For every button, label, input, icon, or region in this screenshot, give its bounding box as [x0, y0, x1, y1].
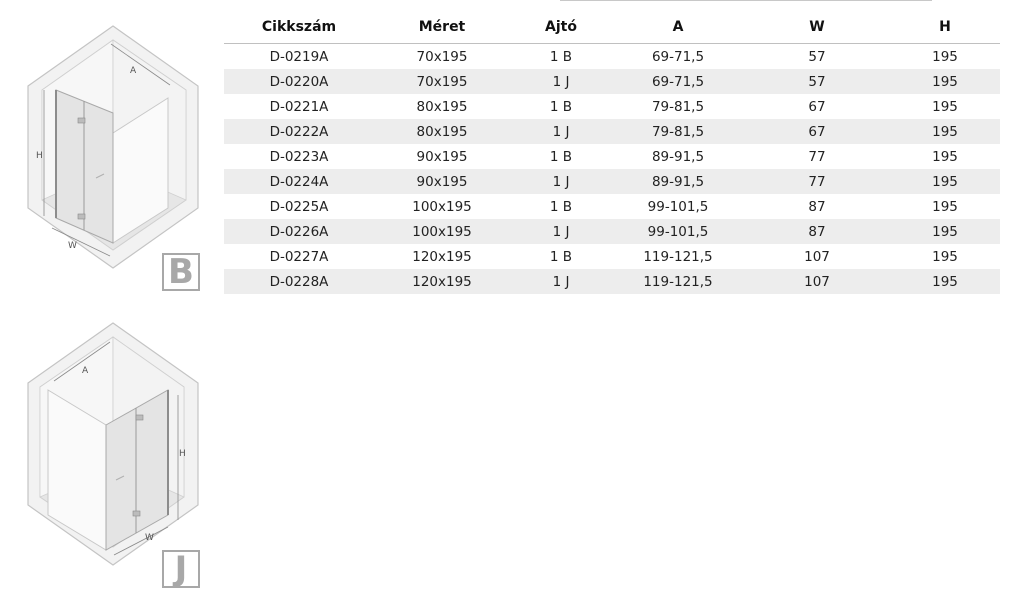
header-top-rule	[560, 0, 932, 1]
cell-a: 69-71,5	[651, 48, 705, 65]
cell-meret: 70x195	[416, 48, 468, 65]
table-row: D-0226A 100x195 1 J 99-101,5 87 195	[224, 219, 1000, 244]
cell-a: 69-71,5	[612, 69, 744, 94]
cell-cikkszam: D-0220A	[224, 69, 374, 94]
dimension-w-label: W	[68, 241, 77, 251]
cell-a: 79-81,5	[651, 98, 705, 115]
cell-w: 57	[808, 48, 826, 65]
cell-meret: 100x195	[412, 198, 472, 215]
cell-a: 99-101,5	[612, 219, 744, 244]
cell-w: 77	[808, 148, 826, 165]
cell-meret: 70x195	[374, 69, 510, 94]
cell-a: 79-81,5	[612, 119, 744, 144]
cell-ajto: 1 B	[549, 98, 573, 115]
cell-w: 57	[744, 69, 890, 94]
table-row: D-0221A 80x195 1 B 79-81,5 67 195	[224, 94, 1000, 119]
cell-ajto: 1 B	[549, 48, 573, 65]
cell-w: 107	[804, 248, 830, 265]
door-type-badge-b: B	[162, 253, 200, 291]
cell-cikkszam: D-0222A	[224, 119, 374, 144]
cell-h: 195	[890, 69, 1000, 94]
cell-h: 195	[890, 219, 1000, 244]
cell-cikkszam: D-0223A	[269, 148, 329, 165]
table-row: D-0222A 80x195 1 J 79-81,5 67 195	[224, 119, 1000, 144]
column-header-h: H	[890, 10, 1000, 44]
table-row: D-0228A 120x195 1 J 119-121,5 107 195	[224, 269, 1000, 294]
cell-w: 107	[744, 269, 890, 294]
cell-w: 87	[808, 198, 826, 215]
cell-meret: 90x195	[416, 148, 468, 165]
dimension-a-label: A	[130, 66, 137, 76]
cell-a: 89-91,5	[612, 169, 744, 194]
cell-ajto: 1 B	[549, 198, 573, 215]
cell-ajto: 1 B	[549, 248, 573, 265]
cell-a: 119-121,5	[643, 248, 713, 265]
column-header-ajto: Ajtó	[510, 10, 612, 44]
cell-h: 195	[932, 98, 958, 115]
cell-a: 89-91,5	[651, 148, 705, 165]
cell-h: 195	[932, 148, 958, 165]
cell-ajto: 1 J	[510, 269, 612, 294]
cell-cikkszam: D-0227A	[269, 248, 329, 265]
cell-cikkszam: D-0221A	[269, 98, 329, 115]
table-row: D-0225A 100x195 1 B 99-101,5 87 195	[224, 194, 1000, 219]
cell-w: 87	[744, 219, 890, 244]
cell-meret: 100x195	[374, 219, 510, 244]
column-header-w: W	[744, 10, 890, 44]
cell-cikkszam: D-0219A	[269, 48, 329, 65]
cell-meret: 120x195	[412, 248, 472, 265]
cell-cikkszam: D-0226A	[224, 219, 374, 244]
table-row: D-0220A 70x195 1 J 69-71,5 57 195	[224, 69, 1000, 94]
table-row: D-0227A 120x195 1 B 119-121,5 107 195	[224, 244, 1000, 269]
column-header-a: A	[612, 10, 744, 44]
cell-h: 195	[932, 48, 958, 65]
cell-h: 195	[890, 119, 1000, 144]
product-spec-table: Cikkszám Méret Ajtó A W H D-0219A 70x195…	[224, 10, 1000, 294]
cell-ajto: 1 B	[549, 148, 573, 165]
dimension-h-label: H	[36, 151, 43, 161]
cell-ajto: 1 J	[510, 169, 612, 194]
dimension-w-label: W	[145, 533, 154, 543]
cell-h: 195	[932, 248, 958, 265]
cell-w: 67	[808, 98, 826, 115]
cell-cikkszam: D-0225A	[269, 198, 329, 215]
cell-h: 195	[890, 169, 1000, 194]
cell-ajto: 1 J	[510, 119, 612, 144]
cell-h: 195	[932, 198, 958, 215]
column-header-meret: Méret	[374, 10, 510, 44]
cell-cikkszam: D-0224A	[224, 169, 374, 194]
cell-ajto: 1 J	[510, 69, 612, 94]
cell-a: 99-101,5	[647, 198, 709, 215]
cell-w: 77	[744, 169, 890, 194]
table-row: D-0223A 90x195 1 B 89-91,5 77 195	[224, 144, 1000, 169]
cell-w: 67	[744, 119, 890, 144]
dimension-h-label: H	[179, 449, 186, 459]
cell-cikkszam: D-0228A	[224, 269, 374, 294]
cell-h: 195	[890, 269, 1000, 294]
cell-meret: 120x195	[374, 269, 510, 294]
cell-a: 119-121,5	[612, 269, 744, 294]
table-row: D-0219A 70x195 1 B 69-71,5 57 195	[224, 44, 1000, 70]
cell-meret: 90x195	[374, 169, 510, 194]
table-row: D-0224A 90x195 1 J 89-91,5 77 195	[224, 169, 1000, 194]
cell-ajto: 1 J	[510, 219, 612, 244]
cell-meret: 80x195	[374, 119, 510, 144]
column-header-cikkszam: Cikkszám	[224, 10, 374, 44]
door-type-badge-j: J	[162, 550, 200, 588]
cell-meret: 80x195	[416, 98, 468, 115]
dimension-a-label: A	[82, 366, 89, 376]
table-header-row: Cikkszám Méret Ajtó A W H	[224, 10, 1000, 44]
